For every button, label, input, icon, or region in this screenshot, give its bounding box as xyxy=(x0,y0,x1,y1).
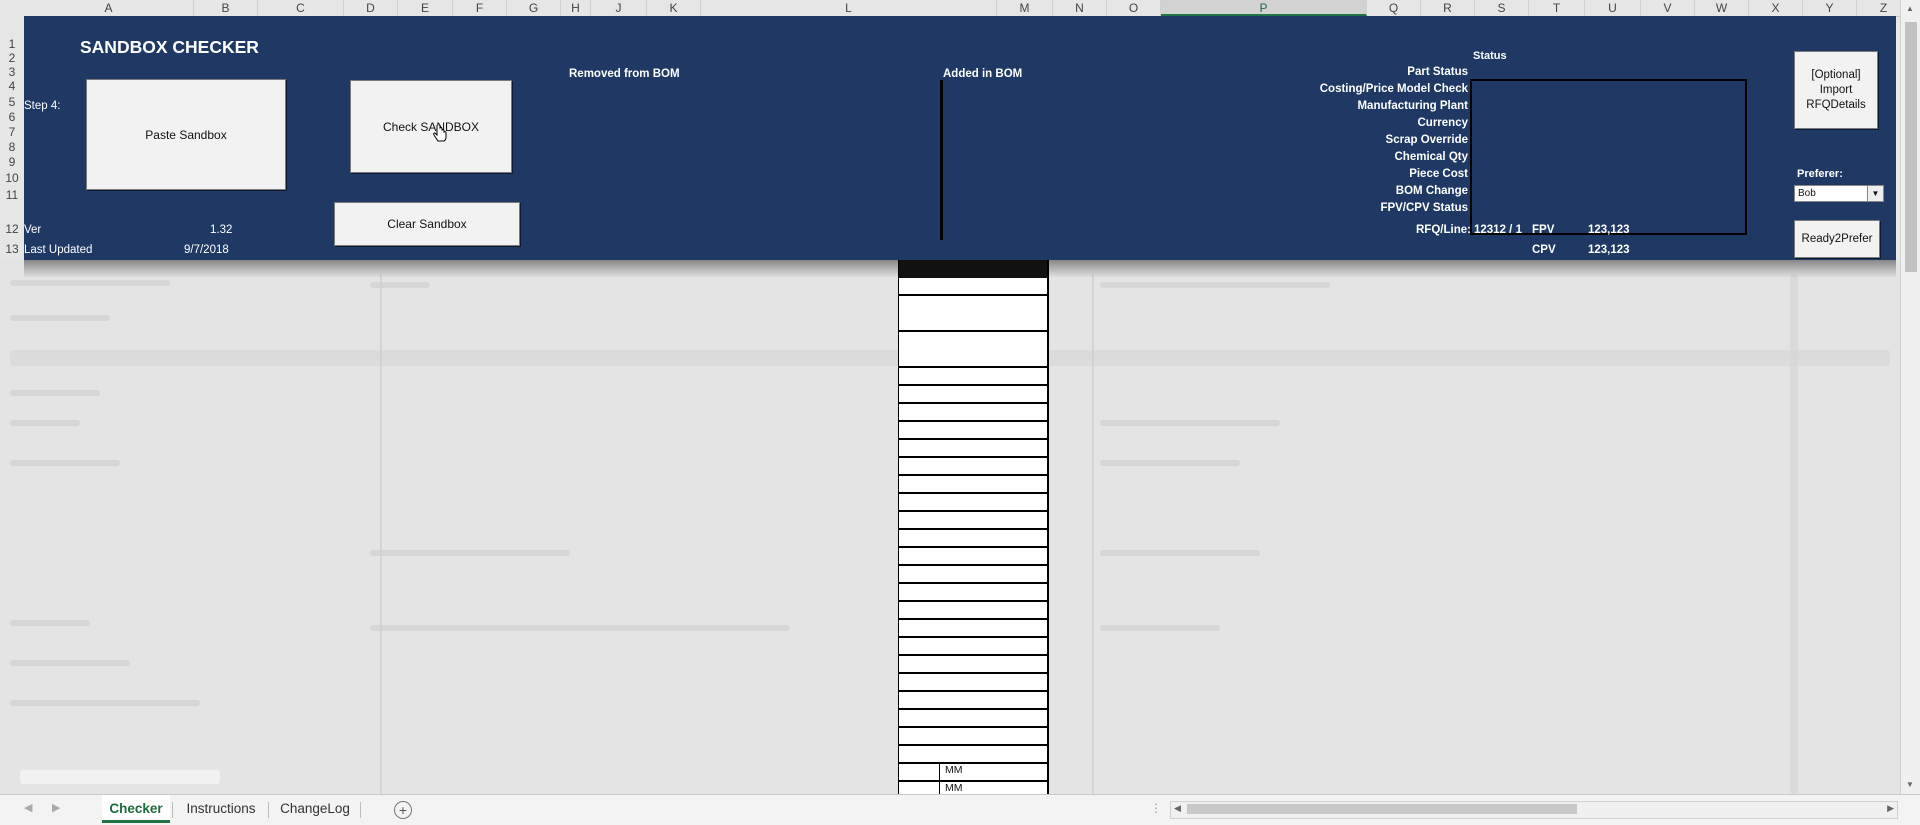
added-bom-divider xyxy=(940,80,943,240)
tab-instructions[interactable]: Instructions xyxy=(178,795,264,823)
column-header-u[interactable]: U xyxy=(1585,0,1641,16)
column-header-w[interactable]: W xyxy=(1695,0,1749,16)
preferer-value: Bob xyxy=(1798,188,1816,199)
last-updated-label: Last Updated xyxy=(24,244,93,256)
column-header-k[interactable]: K xyxy=(647,0,701,16)
column-header-o[interactable]: O xyxy=(1107,0,1161,16)
version-value: 1.32 xyxy=(210,224,233,236)
row-header-13[interactable]: 13 xyxy=(0,242,24,256)
cpv-label: CPV xyxy=(1532,244,1556,256)
column-header-bar: ABCDEFGHJKLMNOPQRSTUVWXYZAA xyxy=(0,0,1911,17)
column-header-y[interactable]: Y xyxy=(1803,0,1857,16)
row-header-9[interactable]: 9 xyxy=(0,155,24,169)
rfq-line-label: RFQ/Line: xyxy=(1416,224,1471,236)
column-header-n[interactable]: N xyxy=(1053,0,1107,16)
row-header-1[interactable]: 1 xyxy=(0,37,24,51)
column-header-t[interactable]: T xyxy=(1529,0,1585,16)
preferer-select[interactable]: Bob ▼ xyxy=(1794,185,1884,202)
paste-sandbox-button[interactable]: Paste Sandbox xyxy=(86,79,286,190)
column-header-g[interactable]: G xyxy=(507,0,561,16)
column-header-v[interactable]: V xyxy=(1641,0,1695,16)
row-header-7[interactable]: 7 xyxy=(0,125,24,139)
status-item-plant: Manufacturing Plant xyxy=(1357,100,1468,112)
check-sandbox-label: Check SANDBOX xyxy=(382,119,480,134)
column-header-q[interactable]: Q xyxy=(1367,0,1421,16)
status-item-bom-change: BOM Change xyxy=(1395,185,1468,197)
added-in-bom-label: Added in BOM xyxy=(943,68,1023,80)
status-item-part-status: Part Status xyxy=(1407,66,1468,78)
column-header-d[interactable]: D xyxy=(344,0,398,16)
removed-from-bom-label: Removed from BOM xyxy=(569,68,680,80)
status-header: Status xyxy=(1473,50,1507,62)
column-header-s[interactable]: S xyxy=(1475,0,1529,16)
row-header-8[interactable]: 8 xyxy=(0,140,24,154)
column-header-f[interactable]: F xyxy=(453,0,507,16)
vertical-scroll-thumb[interactable] xyxy=(1905,22,1917,272)
column-header-m[interactable]: M xyxy=(997,0,1053,16)
version-label: Ver xyxy=(24,224,42,236)
vertical-scrollbar[interactable]: ▲ ▼ xyxy=(1900,0,1920,794)
horizontal-scrollbar[interactable]: ◀ ▶ xyxy=(1170,801,1898,819)
center-cell-mm-1[interactable]: MM xyxy=(945,764,963,776)
column-header-e[interactable]: E xyxy=(398,0,453,16)
status-item-chemical: Chemical Qty xyxy=(1394,151,1469,163)
step-label: Step 4: xyxy=(24,100,61,112)
last-updated-value: 9/7/2018 xyxy=(184,244,229,256)
center-cell-mm-2[interactable]: MM xyxy=(945,782,963,794)
center-column-header-fill xyxy=(899,260,1047,278)
row-header-11[interactable]: 11 xyxy=(0,188,24,202)
row-header-bar: 1 2 3 4 5 6 7 8 9 10 11 12 13 xyxy=(0,16,25,260)
column-header-h[interactable]: H xyxy=(561,0,591,16)
row-header-2[interactable]: 2 xyxy=(0,51,24,65)
column-header-r[interactable]: R xyxy=(1421,0,1475,16)
split-handle-icon[interactable]: ⋮ xyxy=(1150,801,1162,815)
plus-circle-icon[interactable]: + xyxy=(394,801,412,819)
scroll-left-icon[interactable]: ◀ xyxy=(1174,803,1181,814)
chevron-down-icon[interactable]: ▼ xyxy=(1867,186,1883,201)
ready2prefer-button[interactable]: Ready2Prefer xyxy=(1794,220,1880,258)
row-header-5[interactable]: 5 xyxy=(0,95,24,109)
column-header-l[interactable]: L xyxy=(701,0,997,16)
status-item-scrap: Scrap Override xyxy=(1385,134,1468,146)
tab-scroll-right-icon[interactable]: ▶ xyxy=(52,801,60,814)
import-rfq-details-button[interactable]: [Optional] Import RFQDetails xyxy=(1794,51,1878,129)
column-header-c[interactable]: C xyxy=(258,0,344,16)
status-item-fpv-cpv: FPV/CPV Status xyxy=(1380,202,1468,214)
scroll-down-icon[interactable]: ▼ xyxy=(1906,780,1914,789)
sandbox-checker-banner: SANDBOX CHECKER Step 4: Paste Sandbox Ch… xyxy=(24,16,1896,260)
tab-checker[interactable]: Checker xyxy=(102,795,170,823)
check-sandbox-button[interactable]: Check SANDBOX xyxy=(350,80,512,173)
status-item-piece-cost: Piece Cost xyxy=(1409,168,1468,180)
column-header-b[interactable]: B xyxy=(194,0,258,16)
scroll-right-icon[interactable]: ▶ xyxy=(1887,803,1894,814)
tab-scroll-left-icon[interactable]: ◀ xyxy=(24,801,32,814)
horizontal-scroll-thumb[interactable] xyxy=(1187,804,1577,814)
status-item-currency: Currency xyxy=(1417,117,1469,129)
row-header-12[interactable]: 12 xyxy=(0,222,24,236)
row-header-10[interactable]: 10 xyxy=(0,171,24,185)
clear-sandbox-button[interactable]: Clear Sandbox xyxy=(334,202,520,246)
rfq-line-value: 12312 / 1 xyxy=(1474,224,1522,236)
status-box xyxy=(1470,79,1747,235)
row-header-3[interactable]: 3 xyxy=(0,65,24,79)
status-item-labels: Part Status Costing/Price Model Check Ma… xyxy=(1124,66,1468,236)
tab-changelog[interactable]: ChangeLog xyxy=(274,795,356,823)
fpv-value: 123,123 xyxy=(1588,224,1630,236)
status-item-costing: Costing/Price Model Check xyxy=(1319,83,1468,95)
column-header-p[interactable]: P xyxy=(1161,0,1367,16)
cpv-value: 123,123 xyxy=(1588,244,1630,256)
fpv-label: FPV xyxy=(1532,224,1555,236)
scroll-up-icon[interactable]: ▲ xyxy=(1906,4,1914,13)
center-bordered-column: MM MM xyxy=(898,260,1049,798)
row-header-4[interactable]: 4 xyxy=(0,79,24,93)
column-header-a[interactable]: A xyxy=(24,0,194,16)
row-header-6[interactable]: 6 xyxy=(0,110,24,124)
preferer-label: Preferer: xyxy=(1797,168,1843,180)
column-header-j[interactable]: J xyxy=(591,0,647,16)
column-header-x[interactable]: X xyxy=(1749,0,1803,16)
page-title: SANDBOX CHECKER xyxy=(80,37,259,57)
hand-cursor-icon xyxy=(433,125,447,142)
